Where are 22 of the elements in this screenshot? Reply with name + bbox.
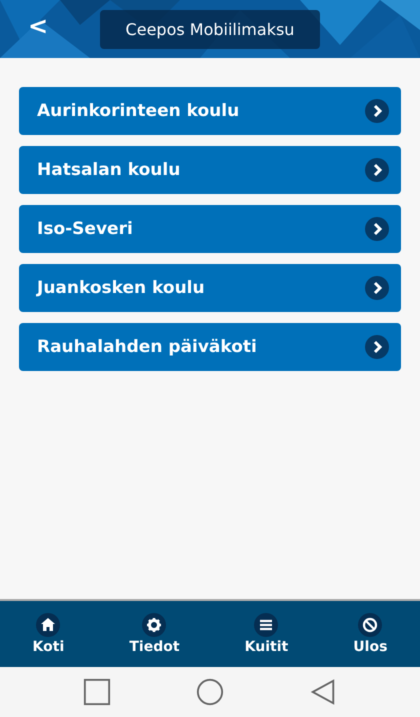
home-circle-icon[interactable] [196,678,224,706]
tab-button[interactable]: Kuitit [238,613,294,655]
menu-icon [254,613,278,637]
home-icon [36,613,60,637]
list-item[interactable]: Hatsalan koulu [19,146,401,194]
chevron-icon [365,276,389,300]
chevron-icon [365,217,389,241]
list-item[interactable]: Iso-Severi [19,205,401,253]
window-title: Ceepos Mobiilimaksu [100,10,320,48]
tab-button[interactable]: Tiedot [123,613,186,655]
recent-apps-icon[interactable] [83,678,111,706]
list-item[interactable]: Juankosken koulu [19,264,401,312]
back-triangle-icon[interactable] [309,678,337,706]
chevron-icon [365,158,389,182]
tab-button[interactable]: Ulos [347,613,394,655]
chevron-icon [365,99,389,123]
list-item[interactable]: Aurinkorinteen koulu [19,87,401,135]
chevron-icon [365,335,389,359]
list-item[interactable]: Rauhalahden päiväkoti [19,323,401,371]
settings-icon [142,613,166,637]
block-icon [358,613,382,637]
tab-button[interactable]: Koti [26,613,70,655]
